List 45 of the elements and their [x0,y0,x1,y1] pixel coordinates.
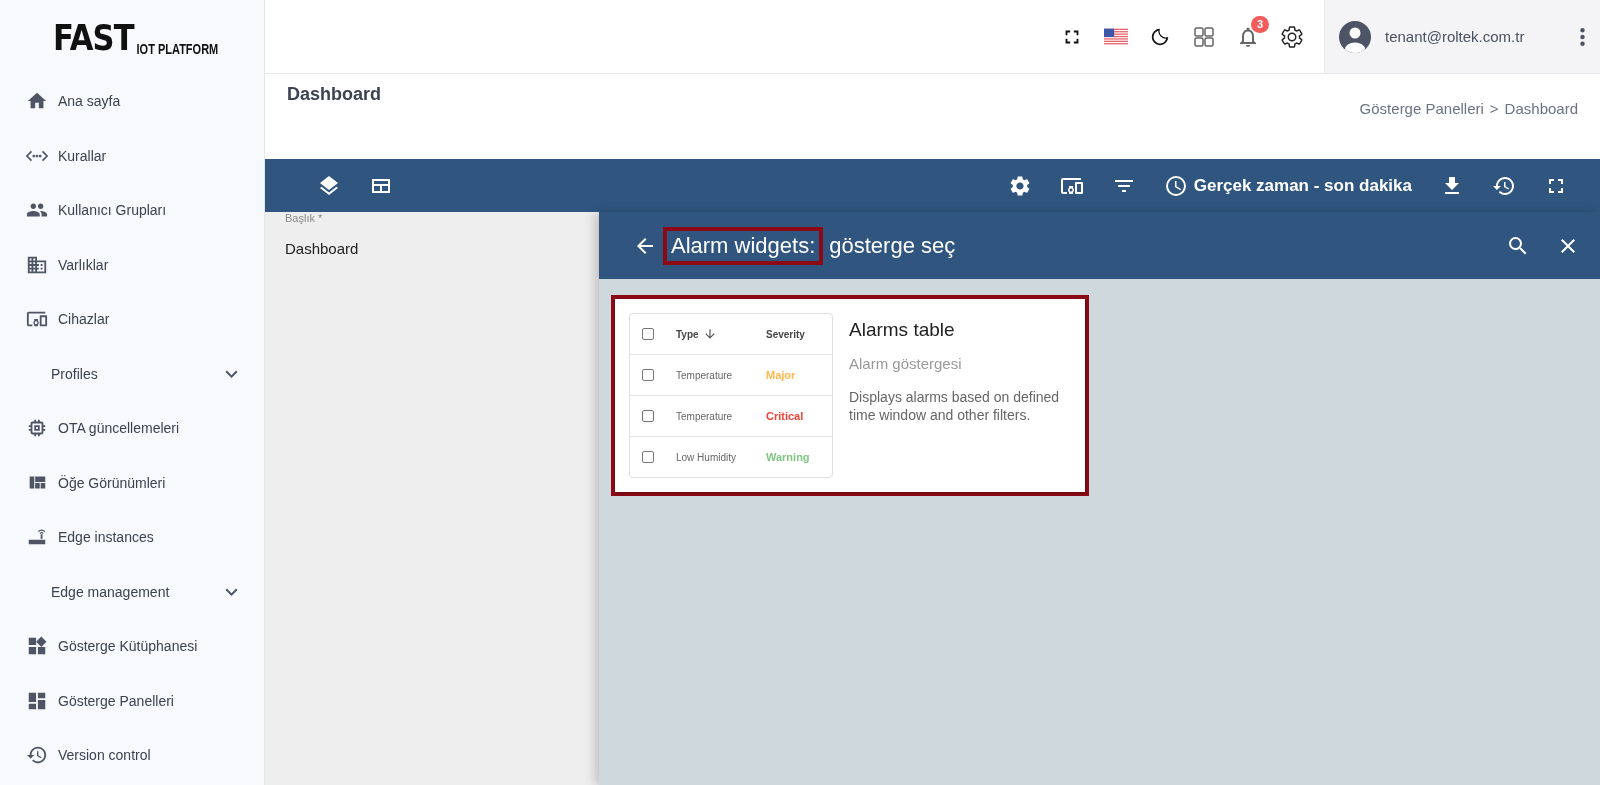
notification-badge: 3 [1251,15,1269,33]
table-cell: Temperature [676,369,733,381]
severity-label: Critical [766,410,804,422]
more-vertical-icon [1579,27,1585,46]
avatar-icon[interactable] [1339,20,1371,53]
settings-button[interactable] [1280,24,1304,49]
timewindow-button[interactable]: Gerçek zaman - son dakika [1163,173,1412,198]
sidebar-item[interactable]: Ana sayfa [0,74,264,129]
field-label: Başlık * [285,212,324,224]
sidebar-item[interactable]: Öğe Görünümleri [0,455,264,510]
breadcrumb-link[interactable]: Gösterge Panelleri [1359,100,1484,117]
sidebar-item[interactable]: OTA güncellemeleri [0,401,264,456]
sidebar-item[interactable]: Kurallar [0,128,264,183]
column-header: Severity [766,328,805,340]
settings-icon [1281,25,1303,48]
sidebar-item[interactable]: Varlıklar [0,237,264,292]
apps-button[interactable] [1192,24,1216,49]
severity-label: Warning [766,451,810,463]
sidebar-group[interactable]: Edge management [0,564,264,619]
dialog-title: gösterge seç [829,232,956,259]
column-header: Type [676,328,699,340]
severity-label: Major [766,369,796,381]
page-title: Dashboard [287,84,382,106]
title-field[interactable]: Dashboard [285,240,579,257]
logo-wordmark: FAST [52,20,134,56]
flag-icon [1104,27,1128,46]
clock-icon [1163,173,1188,198]
sidebar-item[interactable]: Gösterge Panelleri [0,673,264,728]
widget-subtitle: Alarm göstergesi [849,355,963,372]
widget-description: Displays alarms based on defined time window and other filters. [849,388,1061,425]
user-email[interactable]: tenant@roltek.com.tr [1385,28,1556,45]
sidebar-group[interactable]: Profiles [0,346,264,401]
sidebar-item[interactable]: Kullanıcı Grupları [0,183,264,238]
sidebar-item[interactable]: Cihazlar [0,292,264,347]
sidebar-item[interactable]: Gösterge Kütüphanesi [0,619,264,674]
logo-subtitle: IOT PLATFORM [136,41,219,57]
grid-icon [1194,26,1214,47]
dialog-title-prefix: Alarm widgets: [671,232,816,258]
table-cell: Temperature [676,410,733,422]
sidebar-item[interactable]: Version control [0,728,264,783]
widget-title: Alarms table [849,319,956,341]
sidebar-item[interactable]: Edge instances [0,510,264,565]
widget-card[interactable]: Type Severity Temperature Major Temperature Critical Low Humidity Warning Alarms table Alarm göstergesi Displays alarms based on defined time window and other filters. [615,299,1085,492]
breadcrumb-separator: > [1489,100,1499,117]
table-cell: Low Humidity [676,451,737,463]
